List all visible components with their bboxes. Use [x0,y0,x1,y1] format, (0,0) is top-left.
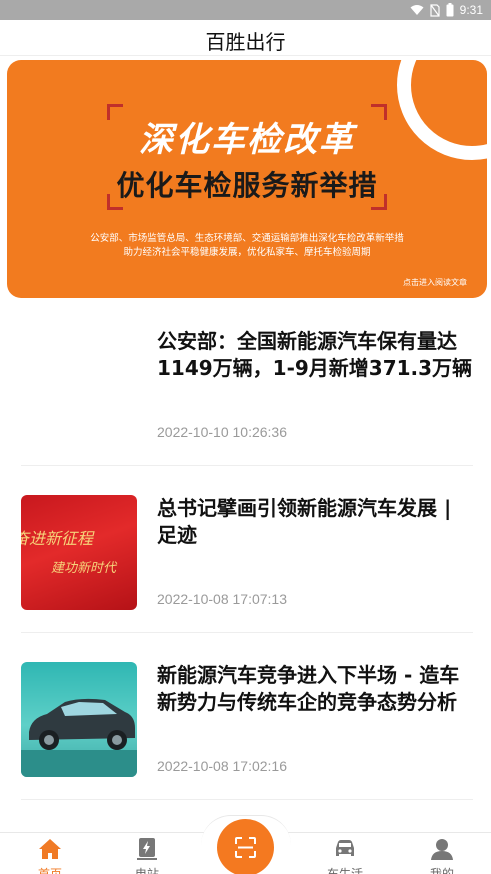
news-date: 2022-10-10 10:26:36 [157,424,287,440]
banner-description-line: 公安部、市场监管总局、生态环境部、交通运输部推出深化车检改革新举措 [90,233,404,244]
home-icon [39,839,61,859]
person-icon [431,839,453,860]
car-photo [21,698,137,777]
banner-headline: 深化车检改革 [139,120,355,160]
news-item[interactable]: 公安部：全国新能源汽车保有量达1149万辆，1-9月新增371.3万辆 2022… [21,300,473,466]
scan-icon [235,837,256,858]
banner-description-line: 助力经济社会平稳健康发展，优化私家车、摩托车检验周期 [123,247,371,258]
battery-icon [446,3,454,17]
news-item[interactable]: 新能源汽车竞争进入下半场 - 造车新势力与传统车企的竞争态势分析 2022-10… [21,634,473,800]
banner-description: 公安部、市场监管总局、生态环境部、交通运输部推出深化车检改革新举措 助力经济社会… [47,232,447,260]
status-icons: 9:31 [410,2,483,18]
tab-home[interactable]: 首页 [10,833,90,874]
tab-charging-station[interactable]: 电站 [107,833,187,874]
banner-read-link[interactable]: 点击进入阅读文章 [403,277,467,288]
tab-label: 车生活 [326,867,363,874]
thumbnail-caption: 建功新时代 [51,561,117,576]
news-title: 公安部：全国新能源汽车保有量达1149万辆，1-9月新增371.3万辆 [157,329,473,380]
car-icon [336,840,354,856]
page-title: 百胜出行 [205,30,286,54]
thumbnail-caption: 奋进新征程 [21,529,94,548]
tab-label: 首页 [37,867,62,874]
tab-label: 我的 [429,867,454,874]
wifi-icon [410,5,424,15]
scan-button[interactable] [217,819,274,874]
promo-banner[interactable]: 深化车检改革 优化车检服务新举措 公安部、市场监管总局、生态环境部、交通运输部推… [7,60,487,298]
news-date: 2022-10-08 17:07:13 [157,591,287,607]
news-title: 新能源汽车竞争进入下半场 - 造车新势力与传统车企的竞争态势分析 [157,663,460,714]
status-time: 9:31 [459,3,483,17]
tab-car-life[interactable]: 车生活 [305,833,385,874]
news-title: 总书记擘画引领新能源汽车发展 | 足迹 [157,496,452,547]
news-thumbnail: 奋进新征程 建功新时代 [21,495,137,610]
status-bar: 9:31 [0,0,491,20]
app-header: 百胜出行 [0,20,491,56]
tab-label: 电站 [134,867,159,874]
news-thumbnail [21,662,137,777]
news-date: 2022-10-08 17:02:16 [157,758,287,774]
tab-mine[interactable]: 我的 [402,833,482,874]
charging-station-icon [137,838,157,860]
banner-content: 深化车检改革 优化车检服务新举措 公安部、市场监管总局、生态环境部、交通运输部推… [7,60,487,298]
banner-subheadline: 优化车检服务新举措 [116,169,378,202]
no-sim-icon [430,3,440,17]
news-item[interactable]: 奋进新征程 建功新时代 总书记擘画引领新能源汽车发展 | 足迹 2022-10-… [21,467,473,633]
